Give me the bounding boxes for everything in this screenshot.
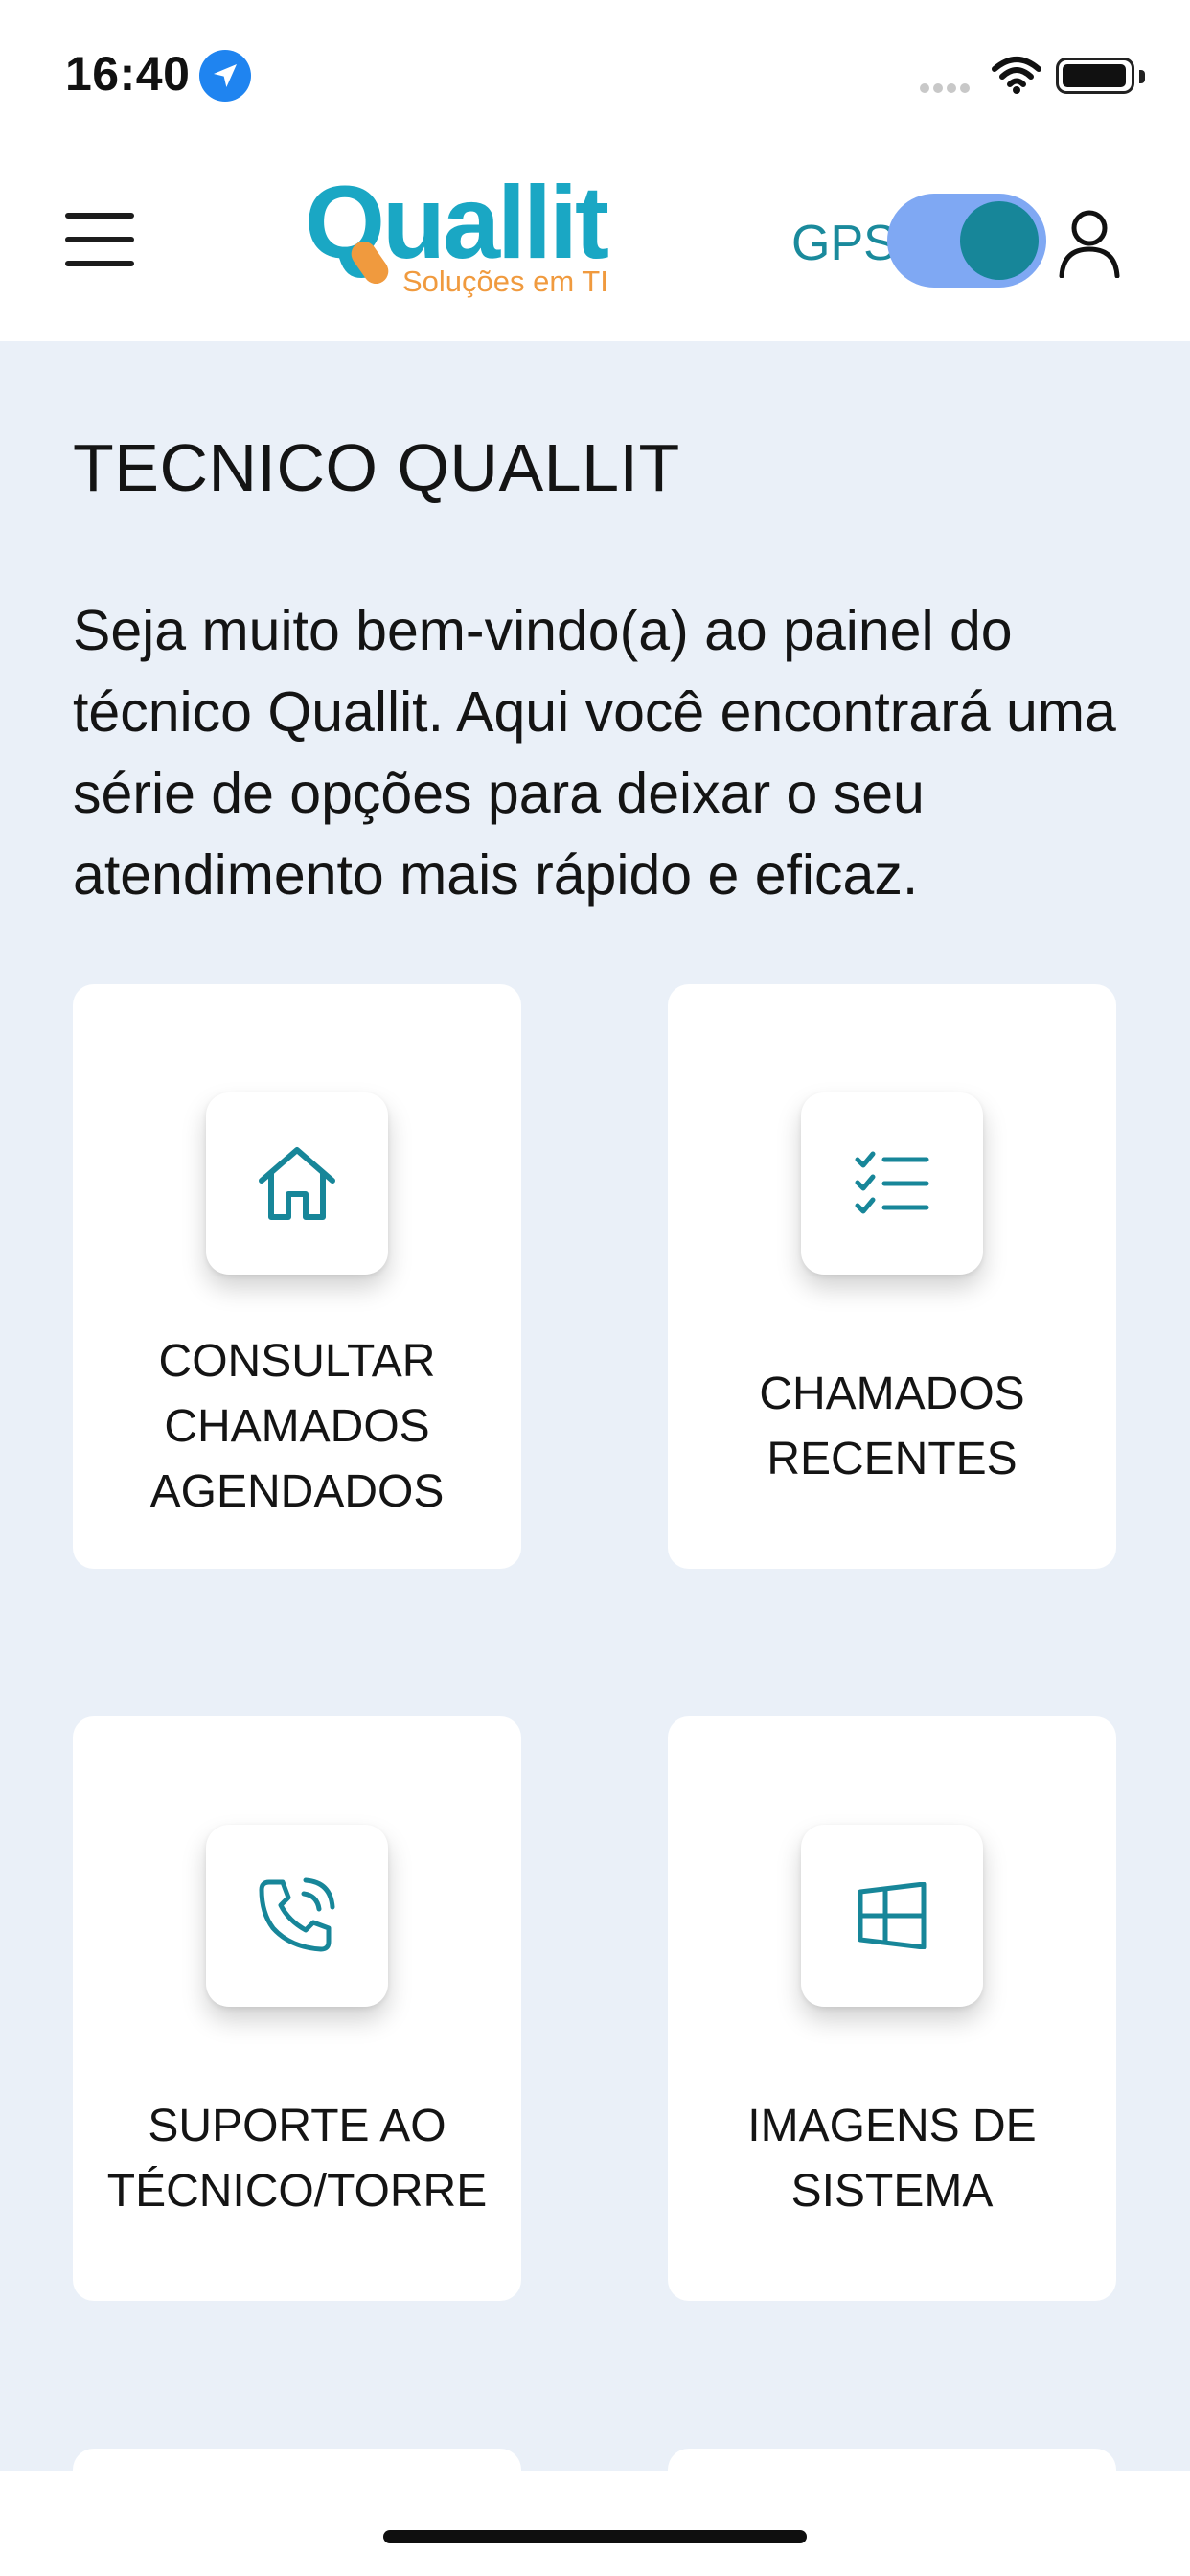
card-consultar-chamados-agendados[interactable]: CONSULTAR CHAMADOS AGENDADOS	[73, 984, 521, 1569]
home-indicator-area	[0, 2471, 1190, 2576]
card-icon-box	[206, 1825, 388, 2007]
logo-tagline: Soluções em TI	[402, 264, 608, 298]
cellular-signal-icon	[920, 80, 973, 98]
battery-icon	[1056, 58, 1145, 94]
intro-text: Seja muito bem-vindo(a) ao painel do téc…	[73, 599, 1116, 907]
logo-word: Quallit	[305, 164, 609, 280]
card-label: CONSULTAR CHAMADOS AGENDADOS	[149, 1336, 445, 1517]
status-time: 16:40	[65, 47, 191, 101]
windows-icon	[858, 1882, 927, 1949]
user-profile-icon[interactable]	[1058, 209, 1121, 283]
checklist-icon	[855, 1151, 929, 1214]
card-label: CHAMADOS RECENTES	[759, 1368, 1025, 1484]
phone-calling-icon	[259, 1877, 335, 1952]
card-icon-box	[801, 1825, 983, 2007]
location-arrow-icon	[199, 50, 251, 102]
card-label: SUPORTE AO TÉCNICO/TORRE	[106, 2101, 488, 2217]
hamburger-menu-icon[interactable]	[65, 213, 134, 266]
gps-label: GPS	[791, 216, 897, 271]
quallit-logo: Quallit Soluções em TI	[305, 164, 642, 299]
screen: 16:40 Quallit Soluções em TI GPS TECNICO…	[0, 0, 1190, 2576]
card-label: IMAGENS DE SISTEMA	[747, 2101, 1037, 2217]
card-chamados-recentes[interactable]: CHAMADOS RECENTES	[668, 984, 1116, 1569]
card-imagens-de-sistema[interactable]: IMAGENS DE SISTEMA	[668, 1716, 1116, 2301]
gps-toggle-knob	[960, 201, 1039, 280]
page-title: TECNICO QUALLIT	[73, 430, 680, 505]
status-bar: 16:40	[0, 0, 1190, 144]
home-icon	[259, 1147, 335, 1220]
card-suporte-tecnico-torre[interactable]: SUPORTE AO TÉCNICO/TORRE	[73, 1716, 521, 2301]
app-header: Quallit Soluções em TI GPS	[0, 144, 1190, 341]
card-icon-box	[206, 1092, 388, 1275]
card-icon-box	[801, 1092, 983, 1275]
home-indicator[interactable]	[383, 2530, 807, 2543]
wifi-icon	[991, 56, 1042, 99]
gps-toggle[interactable]	[887, 194, 1046, 288]
